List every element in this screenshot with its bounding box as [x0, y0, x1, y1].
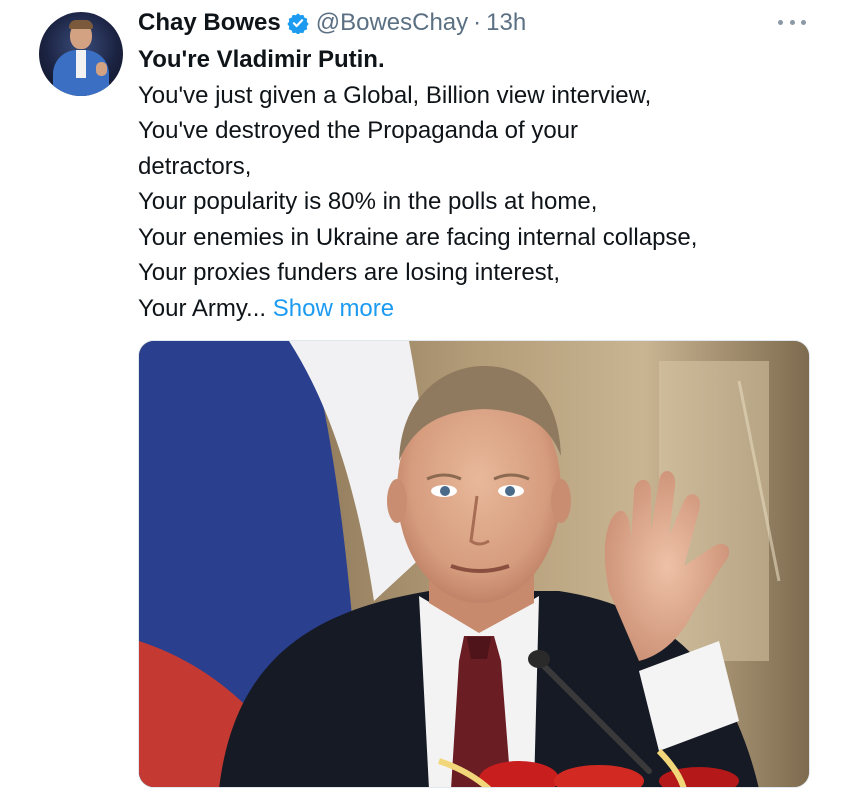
more-dot	[801, 19, 806, 25]
tweet-line: You've destroyed the Propaganda of your	[138, 117, 579, 144]
separator-dot: ·	[473, 9, 482, 36]
tweet-timestamp[interactable]: 13h	[486, 9, 526, 37]
avatar-shirt	[76, 50, 86, 78]
tweet-line: Your popularity is 80% in the polls at h…	[138, 188, 598, 215]
tweet[interactable]: Chay Bowes @BowesChay · 13h You're Vladi…	[0, 0, 849, 800]
photo-illustration	[139, 341, 809, 787]
tweet-truncated-text: Your Army...	[138, 294, 267, 322]
more-options-icon[interactable]	[778, 14, 806, 30]
author-handle[interactable]: @BowesChay	[316, 9, 468, 37]
tweet-last-line: Your Army... Show more	[138, 291, 828, 327]
more-dot	[778, 19, 783, 25]
tweet-text: You're Vladimir Putin. You've just given…	[138, 42, 828, 326]
tweet-line: Your enemies in Ukraine are facing inter…	[138, 223, 698, 251]
tweet-photo[interactable]	[138, 340, 810, 788]
tweet-headline: You're Vladimir Putin.	[138, 46, 385, 73]
tweet-header: Chay Bowes @BowesChay · 13h	[138, 7, 526, 39]
verified-badge-icon	[287, 12, 309, 35]
tweet-line: detractors,	[138, 152, 252, 180]
avatar-hand	[96, 62, 107, 76]
avatar[interactable]	[39, 12, 123, 96]
author-name[interactable]: Chay Bowes	[138, 9, 281, 37]
tweet-line: You've just given a Global, Billion view…	[138, 81, 652, 109]
avatar-hair	[69, 20, 93, 29]
more-dot	[789, 19, 795, 25]
show-more-link[interactable]: Show more	[273, 295, 394, 322]
tweet-line: Your proxies funders are losing interest…	[138, 259, 561, 286]
